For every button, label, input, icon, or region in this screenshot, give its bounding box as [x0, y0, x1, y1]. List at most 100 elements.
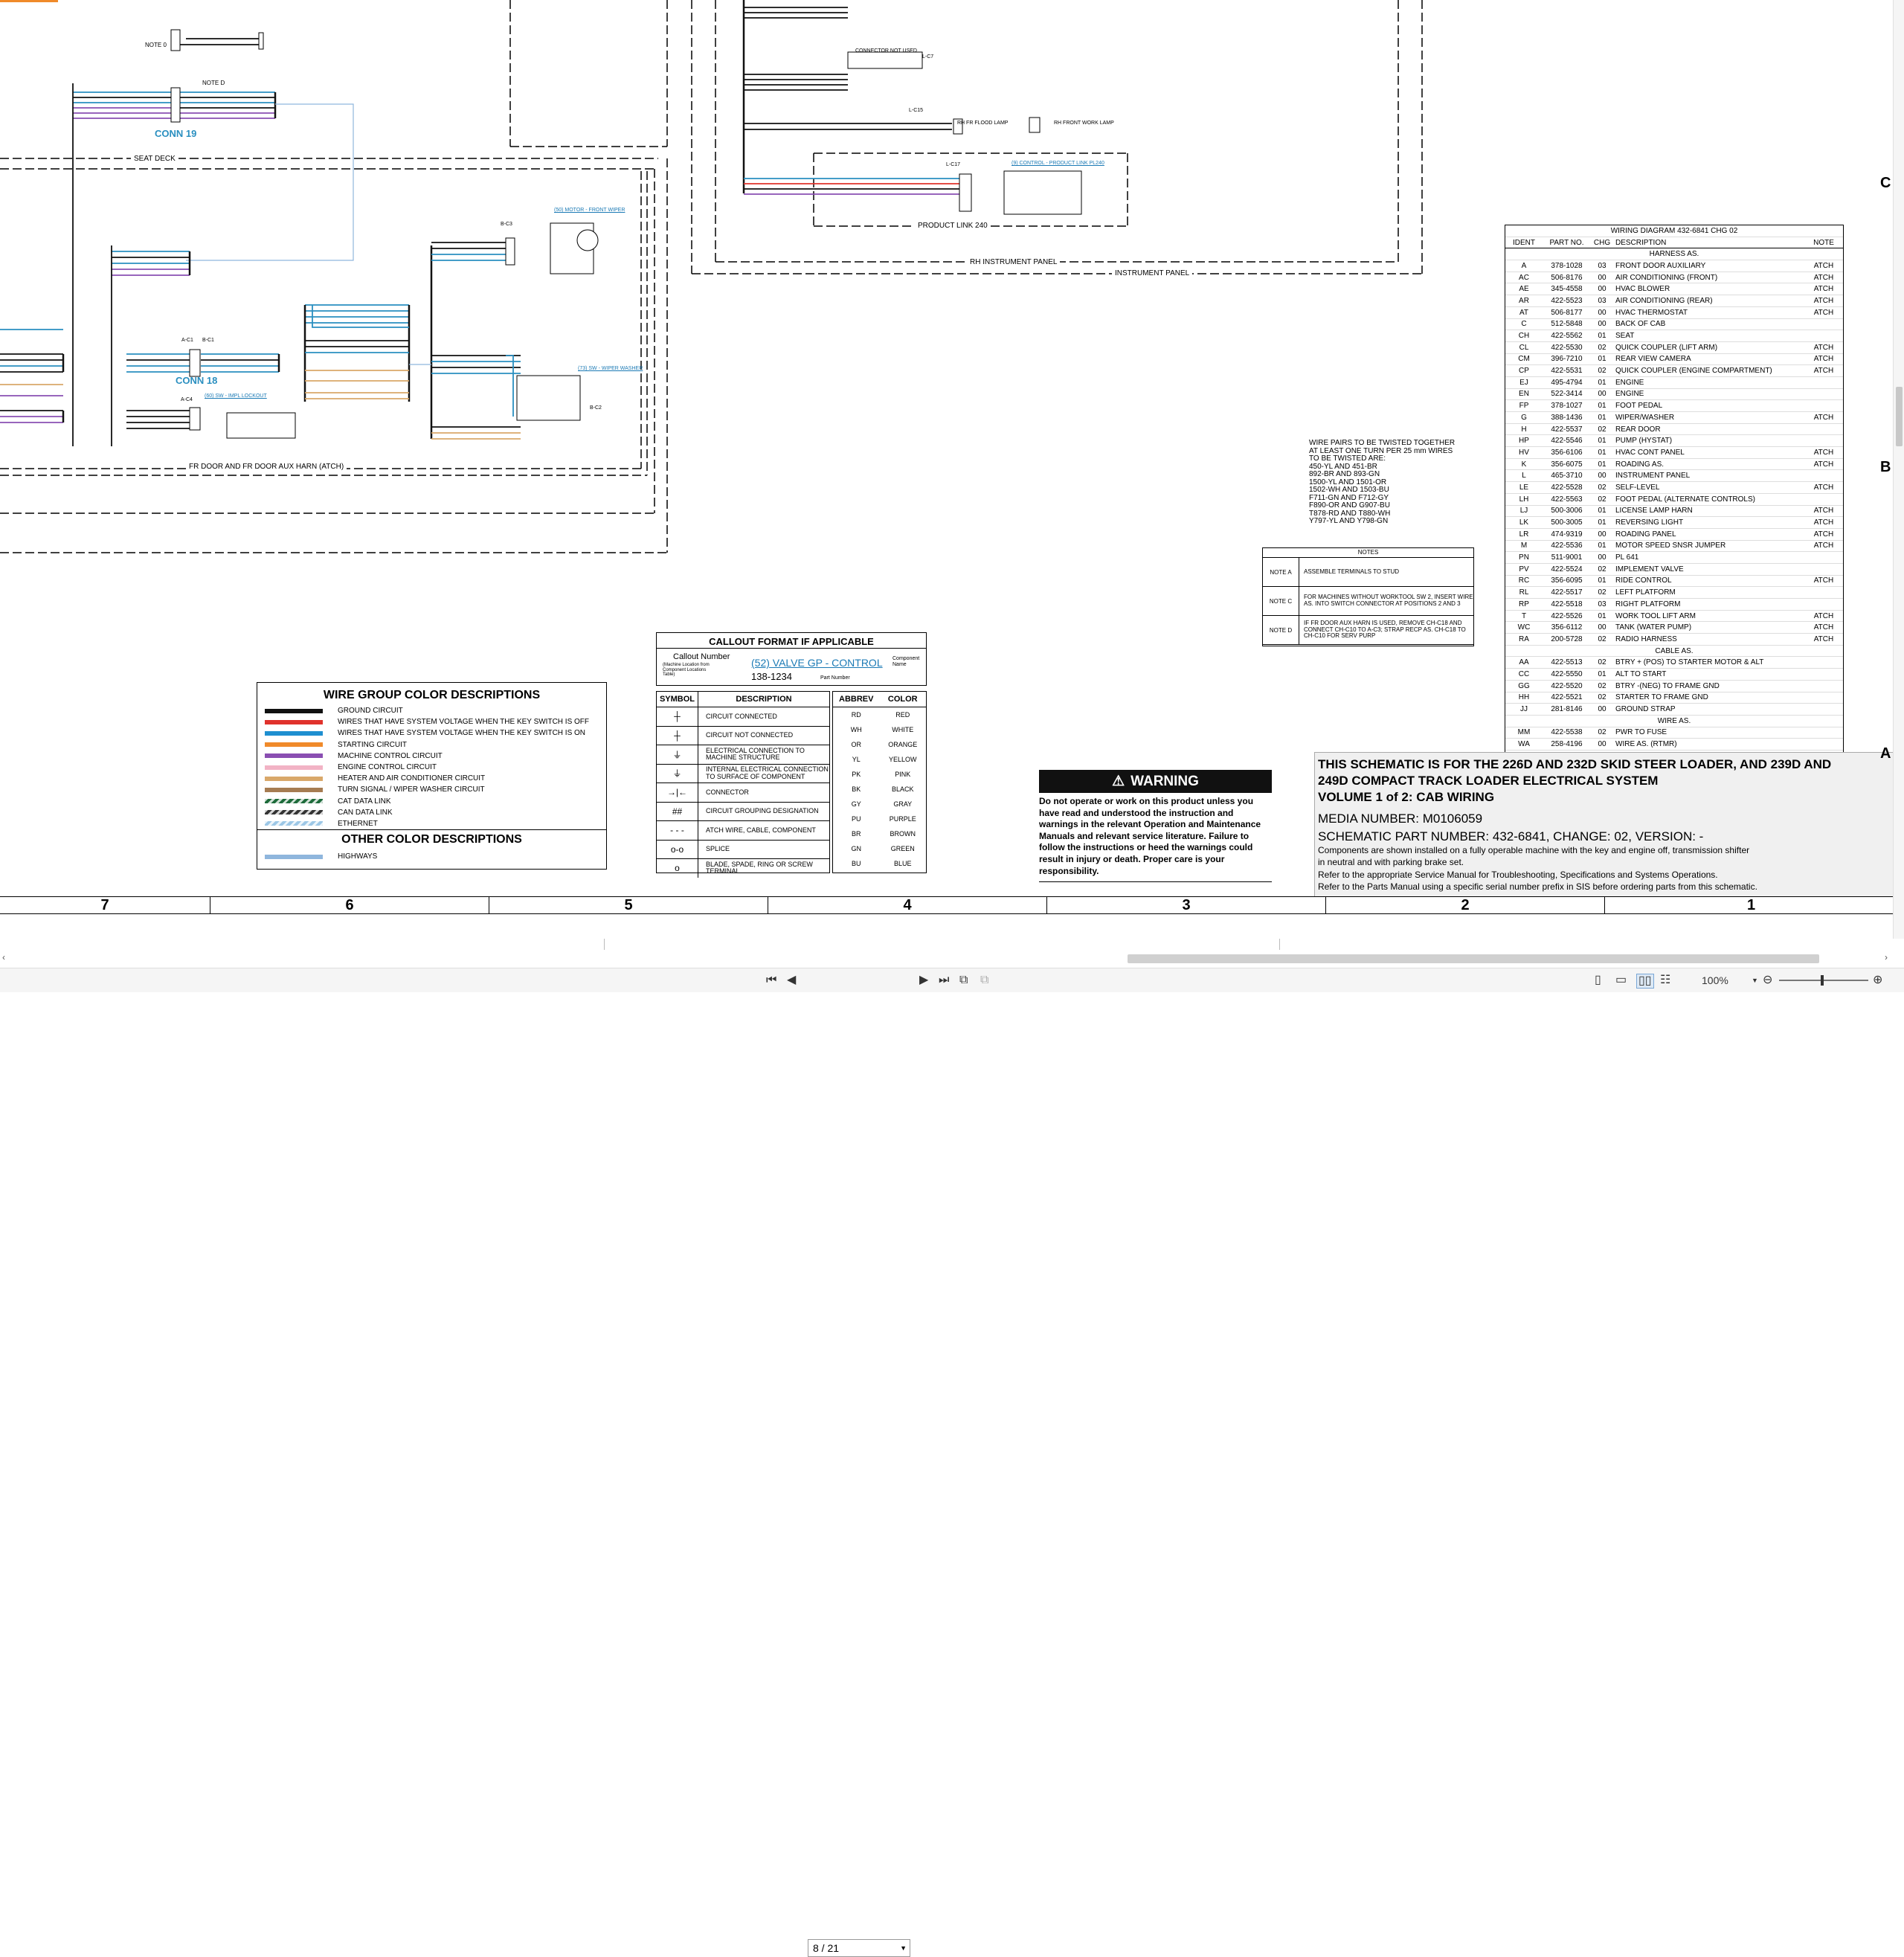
next-page-icon[interactable]: ▶ — [919, 974, 928, 987]
wire-group-row: HEATER AND AIR CONDITIONER CIRCUIT — [257, 773, 606, 784]
color-swatch — [265, 753, 323, 759]
zoom-slider-handle[interactable] — [1821, 975, 1824, 986]
color-swatch — [265, 708, 323, 713]
table-row: H 422-5537 02 REAR DOOR — [1505, 424, 1843, 436]
table-row: GG 422-5520 02 BTRY -(NEG) TO FRAME GND — [1505, 681, 1843, 692]
abbrev-row: YL YELLOW — [833, 752, 926, 767]
table-cell: LEFT PLATFORM — [1615, 588, 1676, 597]
table-cell: 422-5521 — [1551, 693, 1583, 702]
wiper-motor-link[interactable]: (50) MOTOR - FRONT WIPER — [554, 208, 625, 213]
table-cell: SEAT — [1615, 332, 1635, 341]
symbol-row: ## CIRCUIT GROUPING DESIGNATION — [657, 801, 829, 820]
abbrev-row: WH WHITE — [833, 722, 926, 737]
symbol-header: SYMBOL — [657, 692, 698, 707]
symbol-description: BLADE, SPADE, RING OR SCREW TERMINAL — [706, 860, 813, 875]
impl-lockout-link[interactable]: (60) SW - IMPL LOCKOUT — [205, 393, 267, 399]
table-cell: 378-1028 — [1551, 261, 1583, 270]
table-cell: 506-8176 — [1551, 273, 1583, 282]
copy-page-icon[interactable]: ⧉ — [959, 974, 968, 987]
table-cell: GG — [1518, 681, 1530, 690]
abbrev-color: PURPLE — [889, 815, 916, 823]
schematic-sheet: CONN 19 CONN 18 SEAT DECK FR DOOR AND FR… — [0, 0, 1893, 939]
table-section-header: CABLE AS. — [1505, 646, 1843, 658]
table-row: CP 422-5531 02 QUICK COUPLER (ENGINE COMPAR… — [1505, 365, 1843, 377]
table-cell: ATCH — [1813, 518, 1834, 527]
table-cell: 00 — [1598, 390, 1606, 399]
table-cell: 00 — [1598, 705, 1606, 714]
table-cell: ATCH — [1813, 507, 1834, 515]
zone-cell: 4 — [768, 897, 1047, 913]
callout-component-link[interactable]: (52) VALVE GP - CONTROL — [751, 658, 883, 668]
table-cell: ENGINE — [1615, 378, 1644, 387]
vertical-scrollbar[interactable] — [1893, 0, 1904, 939]
two-page-continuous-icon[interactable]: ☷ — [1660, 974, 1670, 987]
note-key: NOTE D — [1263, 616, 1299, 644]
wire-group-label: CAT DATA LINK — [338, 797, 391, 806]
color-swatch — [265, 776, 323, 781]
table-cell: EJ — [1519, 378, 1528, 387]
two-page-view-icon[interactable]: ▯▯ — [1636, 974, 1654, 989]
wire-group-label: CAN DATA LINK — [338, 808, 393, 817]
fit-page-icon[interactable]: ⧉ — [980, 974, 988, 987]
table-cell: 422-5528 — [1551, 483, 1583, 492]
single-page-view-icon[interactable]: ▯ — [1595, 974, 1601, 987]
pl-control-link[interactable]: (9) CONTROL - PRODUCT LINK PL240 — [1012, 161, 1104, 166]
table-row: LR 474-9319 00 ROADING PANEL ATCH — [1505, 529, 1843, 541]
table-row: AA 422-5513 02 BTRY + (POS) TO STARTER MOTO… — [1505, 657, 1843, 669]
bc2-label: B-C2 — [590, 405, 602, 411]
conn18-label: CONN 18 — [176, 375, 218, 386]
table-header-cell: CHG — [1593, 238, 1611, 247]
wiper-washer-link[interactable]: (73) SW - WIPER WASHER — [578, 366, 643, 371]
wire-group-label: ETHERNET — [338, 819, 378, 828]
horizontal-scroll-thumb[interactable] — [1128, 954, 1819, 963]
table-cell: 00 — [1598, 273, 1606, 282]
note-item: NOTE D IF FR DOOR AUX HARN IS USED, REMOV… — [1263, 616, 1473, 645]
page-select[interactable]: 8 / 21 ▼ — [808, 1939, 910, 1957]
symbol-description: CIRCUIT CONNECTED — [706, 712, 777, 720]
zoom-in-icon[interactable]: ⊕ — [1873, 974, 1882, 987]
last-page-icon[interactable]: ⏭ — [939, 974, 949, 987]
table-row: HV 356-6106 01 HVAC CONT PANEL ATCH — [1505, 447, 1843, 459]
wire-group-label: MACHINE CONTROL CIRCUIT — [338, 751, 443, 760]
scroll-left-icon[interactable]: ‹ — [2, 952, 5, 963]
abbrev-code: BK — [852, 785, 861, 793]
table-cell: 396-7210 — [1551, 355, 1583, 364]
zoom-out-icon[interactable]: ⊖ — [1763, 974, 1772, 987]
prev-page-icon[interactable]: ◀ — [787, 974, 796, 987]
first-page-icon[interactable]: ⏮ — [766, 974, 776, 987]
note0-label: NOTE 0 — [145, 42, 167, 48]
vertical-scroll-thumb[interactable] — [1896, 387, 1903, 446]
table-cell: AIR CONDITIONING (REAR) — [1615, 296, 1713, 305]
zoom-value[interactable]: 100% — [1702, 974, 1728, 987]
table-cell: 356-6112 — [1551, 623, 1583, 632]
table-cell: ROADING AS. — [1615, 460, 1665, 469]
table-cell: 258-4196 — [1551, 740, 1583, 749]
table-cell: 03 — [1598, 296, 1606, 305]
table-cell: ATCH — [1813, 261, 1834, 270]
table-row: JJ 281-8146 00 GROUND STRAP — [1505, 704, 1843, 716]
table-cell: MOTOR SPEED SNSR JUMPER — [1615, 542, 1726, 550]
continuous-view-icon[interactable]: ▭ — [1615, 974, 1627, 987]
table-cell: 345-4558 — [1551, 285, 1583, 294]
table-cell: ATCH — [1813, 542, 1834, 550]
zone-cell: 2 — [1326, 897, 1605, 913]
color-swatch — [265, 821, 323, 826]
table-cell: ATCH — [1813, 296, 1834, 305]
scroll-right-icon[interactable]: › — [1885, 952, 1888, 963]
table-section-header: WIRE AS. — [1505, 716, 1843, 727]
wire-group-title: WIRE GROUP COLOR DESCRIPTIONS — [323, 689, 541, 701]
horizontal-scrollbar[interactable]: ‹ › — [0, 950, 1893, 968]
wire-group-label: ENGINE CONTROL CIRCUIT — [338, 763, 437, 772]
table-cell: HV — [1519, 448, 1529, 457]
table-cell: LE — [1519, 483, 1529, 492]
note-key: NOTE C — [1263, 587, 1299, 615]
zoom-dropdown-icon[interactable]: ▼ — [1752, 974, 1758, 987]
description-header: DESCRIPTION — [736, 695, 792, 704]
table-cell: G — [1521, 413, 1527, 422]
color-header: COLOR — [887, 695, 918, 704]
zoom-slider-track[interactable] — [1779, 975, 1868, 986]
table-row: LH 422-5563 02 FOOT PEDAL (ALTERNATE CONTRO… — [1505, 494, 1843, 506]
note-item: NOTE C FOR MACHINES WITHOUT WORKTOOL SW 2… — [1263, 587, 1473, 616]
table-row: LE 422-5528 02 SELF-LEVEL ATCH — [1505, 482, 1843, 494]
table-cell: GROUND STRAP — [1615, 705, 1676, 714]
